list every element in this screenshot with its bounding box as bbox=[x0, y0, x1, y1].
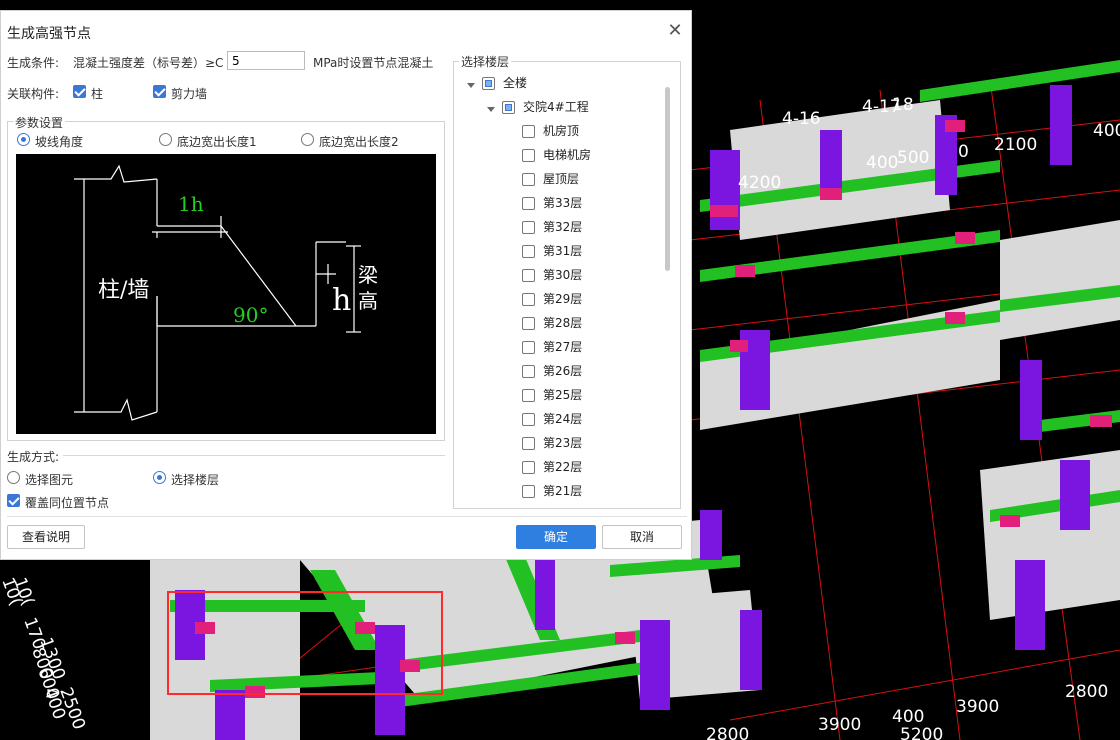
slope-angle-label: 坡线角度 bbox=[35, 135, 84, 149]
dim-label: 2100 bbox=[994, 135, 1037, 155]
help-button[interactable]: 查看说明 bbox=[7, 525, 85, 549]
dim-label: 5200 bbox=[900, 725, 943, 740]
condition-text-before: 混凝土强度差（标号差）≥C bbox=[73, 56, 224, 70]
floor-checkbox[interactable] bbox=[522, 173, 535, 186]
beam-height-text-1: 梁 bbox=[358, 263, 378, 287]
linked-label: 关联构件: bbox=[7, 87, 60, 101]
params-group-title: 参数设置 bbox=[13, 114, 66, 131]
floor-label: 第21层 bbox=[543, 484, 583, 498]
column-checkbox-label: 柱 bbox=[91, 87, 104, 101]
dim-label: 500 bbox=[897, 148, 929, 168]
floor-label: 第29层 bbox=[543, 292, 583, 306]
bottom-width-1-radio[interactable] bbox=[159, 133, 172, 146]
ok-button[interactable]: 确定 bbox=[516, 525, 596, 549]
floor-label: 第25层 bbox=[543, 388, 583, 402]
dim-label: 2800 bbox=[706, 725, 749, 740]
floor-checkbox[interactable] bbox=[522, 125, 535, 138]
dim-label: 400 bbox=[1093, 121, 1120, 141]
dialog-title: 生成高强节点 bbox=[7, 26, 91, 42]
method-title: 生成方式: bbox=[7, 450, 60, 464]
all-floors-label: 全楼 bbox=[503, 76, 528, 90]
dim-label: 18 bbox=[892, 95, 914, 115]
column-wall-text: 柱/墙 bbox=[98, 278, 149, 303]
dim-label: 400 bbox=[892, 707, 924, 727]
h-text: h bbox=[332, 283, 351, 318]
project-checkbox[interactable] bbox=[502, 101, 515, 114]
dim-label: 2800 bbox=[1065, 682, 1108, 702]
floor-select-title: 选择楼层 bbox=[459, 53, 512, 70]
floor-checkbox[interactable] bbox=[522, 437, 535, 450]
dim-label: 3900 bbox=[956, 697, 999, 717]
floor-label: 第22层 bbox=[543, 460, 583, 474]
floor-checkbox[interactable] bbox=[522, 365, 535, 378]
slope-angle-radio[interactable] bbox=[17, 133, 30, 146]
strength-diff-input[interactable] bbox=[227, 51, 305, 70]
floor-label: 屋顶层 bbox=[543, 172, 580, 186]
condition-text-after: MPa时设置节点混凝土 bbox=[313, 56, 434, 70]
collapse-arrow-icon[interactable] bbox=[467, 83, 475, 88]
overwrite-label: 覆盖同位置节点 bbox=[25, 496, 110, 510]
collapse-arrow-icon[interactable] bbox=[487, 107, 495, 112]
parameter-diagram: 柱/墙 1h 90° h 梁 高 bbox=[16, 154, 436, 434]
offset-1h-text: 1h bbox=[178, 192, 204, 216]
floor-label: 第33层 bbox=[543, 196, 583, 210]
shear-wall-checkbox-label: 剪力墙 bbox=[171, 87, 208, 101]
dim-label: 4200 bbox=[738, 173, 781, 193]
method-divider bbox=[63, 455, 445, 456]
bottom-width-1-label: 底边宽出长度1 bbox=[177, 135, 257, 149]
shear-wall-checkbox[interactable] bbox=[153, 85, 166, 98]
floor-checkbox[interactable] bbox=[522, 341, 535, 354]
dim-label: 4-16 bbox=[782, 109, 821, 129]
floor-label: 第30层 bbox=[543, 268, 583, 282]
floor-checkbox[interactable] bbox=[522, 485, 535, 498]
bottom-width-2-radio[interactable] bbox=[301, 133, 314, 146]
floor-checkbox[interactable] bbox=[522, 269, 535, 282]
select-floor-label: 选择楼层 bbox=[171, 473, 220, 487]
dim-label: 0 bbox=[958, 142, 969, 162]
cancel-button[interactable]: 取消 bbox=[602, 525, 682, 549]
angle-90-text: 90° bbox=[233, 303, 268, 327]
beam-height-text-2: 高 bbox=[358, 289, 378, 313]
floor-checkbox[interactable] bbox=[522, 197, 535, 210]
floor-label: 第24层 bbox=[543, 412, 583, 426]
select-floor-radio[interactable] bbox=[153, 471, 166, 484]
column-checkbox[interactable] bbox=[73, 85, 86, 98]
project-label: 交院4#工程 bbox=[523, 100, 589, 114]
bottom-width-2-label: 底边宽出长度2 bbox=[319, 135, 399, 149]
floor-checkbox[interactable] bbox=[522, 149, 535, 162]
floor-checkbox[interactable] bbox=[522, 461, 535, 474]
floor-label: 第23层 bbox=[543, 436, 583, 450]
floor-label: 第31层 bbox=[543, 244, 583, 258]
floor-checkbox[interactable] bbox=[522, 317, 535, 330]
button-divider bbox=[7, 516, 687, 517]
floor-checkbox[interactable] bbox=[522, 293, 535, 306]
floor-label: 电梯机房 bbox=[543, 148, 592, 162]
overwrite-checkbox[interactable] bbox=[7, 494, 20, 507]
floor-checkbox[interactable] bbox=[522, 389, 535, 402]
condition-label: 生成条件: bbox=[7, 56, 60, 70]
select-element-label: 选择图元 bbox=[25, 473, 74, 487]
floor-label: 第27层 bbox=[543, 340, 583, 354]
generate-high-strength-node-dialog: 生成高强节点 ✕ 生成条件: 混凝土强度差（标号差）≥C MPa时设置节点混凝土… bbox=[0, 10, 692, 560]
floor-checkbox[interactable] bbox=[522, 413, 535, 426]
dim-label: 400 bbox=[866, 153, 898, 173]
dim-label: 3900 bbox=[818, 715, 861, 735]
floor-checkbox[interactable] bbox=[522, 245, 535, 258]
floor-label: 机房顶 bbox=[543, 124, 580, 138]
floor-label: 第32层 bbox=[543, 220, 583, 234]
floor-checkbox[interactable] bbox=[522, 221, 535, 234]
select-element-radio[interactable] bbox=[7, 471, 20, 484]
close-icon[interactable]: ✕ bbox=[665, 21, 685, 41]
floor-label: 第28层 bbox=[543, 316, 583, 330]
floor-list-scrollbar[interactable] bbox=[665, 87, 670, 271]
all-floors-checkbox[interactable] bbox=[482, 77, 495, 90]
floor-label: 第26层 bbox=[543, 364, 583, 378]
